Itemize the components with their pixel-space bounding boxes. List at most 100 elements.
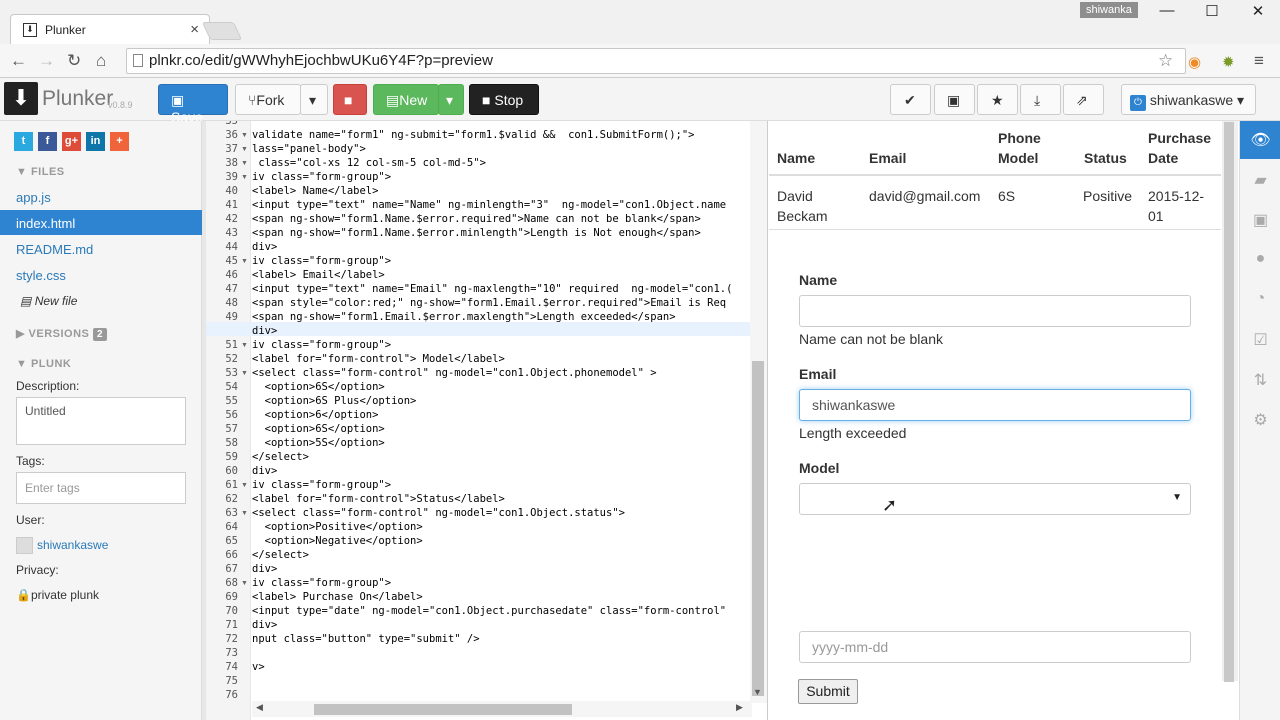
plunker-favicon-icon: ⬇	[23, 23, 37, 37]
fold-arrow-icon[interactable]: ▼	[241, 580, 248, 587]
tab-close-icon[interactable]: ×	[190, 21, 199, 38]
code-line: <input type="text" name="Email" ng-maxle…	[252, 283, 733, 295]
share-0-icon[interactable]: t	[14, 132, 33, 151]
description-textarea[interactable]: Untitled	[16, 397, 186, 445]
caret-down-icon: ▾	[446, 92, 454, 108]
plunk-header[interactable]: ▼ PLUNK	[16, 358, 71, 370]
editor-horizontal-scroll-thumb[interactable]	[314, 704, 572, 715]
new-button[interactable]: ▤New	[373, 84, 439, 115]
code-line: div>	[252, 325, 278, 337]
fold-arrow-icon[interactable]: ▼	[241, 342, 248, 349]
file-index-html[interactable]: index.html	[16, 216, 75, 231]
user-link[interactable]: shiwankaswe	[37, 538, 108, 552]
download-button[interactable]: ⤓	[1020, 84, 1061, 115]
model-select[interactable]: ▼	[799, 483, 1191, 515]
file-readme-md[interactable]: README.md	[16, 242, 93, 257]
name-input[interactable]	[799, 295, 1191, 327]
rss-icon[interactable]: ◉	[1188, 53, 1201, 71]
fold-arrow-icon[interactable]: ▼	[241, 146, 248, 153]
new-dropdown-button[interactable]: ▾	[438, 84, 464, 115]
code-line: <span ng-show="form1.Name.$error.minleng…	[252, 227, 701, 239]
fold-arrow-icon[interactable]: ▼	[241, 160, 248, 167]
settings-cog-icon[interactable]: ⚙	[1240, 410, 1280, 430]
line-number: 74	[225, 661, 238, 673]
fold-arrow-icon[interactable]: ▼	[241, 510, 248, 517]
versions-header[interactable]: ▶ VERSIONS 2	[16, 327, 107, 341]
version-text: v0.8.9	[108, 100, 133, 110]
fold-arrow-icon[interactable]: ▼	[241, 132, 248, 139]
line-number: 72	[225, 633, 238, 645]
user-menu-button[interactable]: ⏻ shiwankaswe ▾	[1121, 84, 1256, 115]
line-number: 64	[225, 521, 238, 533]
save-icon: ▣	[171, 92, 185, 108]
line-number: 48	[225, 297, 238, 309]
code-line: div>	[252, 241, 278, 253]
briefcase-icon[interactable]: ▣	[1240, 210, 1280, 230]
share-3-icon[interactable]: in	[86, 132, 105, 151]
line-number: 73	[225, 647, 238, 659]
files-header[interactable]: ▼ FILES	[16, 166, 65, 178]
model-label: Model	[799, 460, 840, 476]
fold-arrow-icon[interactable]: ▼	[241, 482, 248, 489]
fork-button[interactable]: ⑂Fork	[235, 84, 301, 115]
check-button[interactable]: ✔	[890, 84, 931, 115]
star-button[interactable]: ★	[977, 84, 1018, 115]
extension-gear-icon[interactable]: ✹	[1222, 53, 1235, 71]
delete-button[interactable]: ■	[333, 84, 367, 115]
url-text: plnkr.co/edit/gWWhyhEjochbwUKu6Y4F?p=pre…	[149, 52, 493, 69]
plunker-toolbar: ⬇ Plunker v0.8.9 ▣ Save ⑂Fork ▾ ■ ▤New ▾…	[0, 78, 1280, 125]
tags-input[interactable]: Enter tags	[16, 472, 186, 504]
file-app-js[interactable]: app.js	[16, 190, 51, 205]
submit-button[interactable]: Submit	[798, 679, 858, 704]
minimize-button[interactable]: —	[1152, 2, 1182, 19]
scroll-down-icon[interactable]: ▼	[753, 687, 762, 697]
chrome-user-badge[interactable]: shiwanka	[1080, 2, 1138, 18]
close-window-button[interactable]: ✕	[1243, 2, 1273, 20]
email-input[interactable]: shiwankaswe	[799, 389, 1191, 421]
avatar	[16, 537, 33, 554]
fold-arrow-icon[interactable]: ▼	[241, 370, 248, 377]
plunker-logo-icon[interactable]: ⬇	[4, 82, 38, 115]
home-icon[interactable]: ⌂	[96, 51, 106, 71]
save-button[interactable]: ▣ Save	[158, 84, 228, 125]
reload-icon[interactable]: ↻	[67, 51, 81, 71]
share-2-icon[interactable]: g+	[62, 132, 81, 151]
comment-icon[interactable]: ●	[1240, 250, 1280, 268]
share-1-icon[interactable]: f	[38, 132, 57, 151]
code-editor[interactable]: 3536▼37▼38▼39▼404142434445▼464748495051▼…	[206, 121, 768, 720]
back-icon[interactable]: ←	[10, 51, 27, 71]
book-icon[interactable]: ▰	[1240, 170, 1280, 190]
chrome-menu-icon[interactable]: ≡	[1254, 51, 1264, 71]
preview-scroll-thumb[interactable]	[1224, 122, 1234, 682]
code-line: div>	[252, 619, 278, 631]
briefcase-button[interactable]: ▣	[934, 84, 975, 115]
purchase-date-input[interactable]: yyyy-mm-dd	[799, 631, 1191, 663]
scroll-right-icon[interactable]: ▶	[736, 702, 743, 713]
code-line: <span ng-show="form1.Email.$error.maxlen…	[252, 311, 676, 323]
sidebar: t f g+ in + ▼ FILES app.js index.html README…	[0, 121, 202, 720]
file-style-css[interactable]: style.css	[16, 268, 66, 283]
fork-dropdown-button[interactable]: ▾	[300, 84, 328, 115]
stop-button[interactable]: ■ Stop	[469, 84, 539, 115]
briefcase-icon: ▣	[947, 92, 961, 108]
dashboard-icon[interactable]: ◔	[1240, 290, 1280, 308]
forward-icon[interactable]: →	[38, 51, 55, 71]
code-line: iv class="form-group">	[252, 577, 392, 589]
maximize-button[interactable]: ☐	[1197, 2, 1227, 20]
fold-arrow-icon[interactable]: ▼	[241, 174, 248, 181]
browser-tab[interactable]: ⬇ Plunker ×	[10, 14, 210, 46]
versions-count-badge: 2	[92, 328, 107, 341]
url-input[interactable]: plnkr.co/edit/gWWhyhEjochbwUKu6Y4F?p=pre…	[126, 48, 1186, 74]
bookmark-star-icon[interactable]: ☆	[1158, 51, 1173, 71]
scroll-left-icon[interactable]: ◀	[256, 702, 263, 713]
fold-arrow-icon[interactable]: ▼	[241, 258, 248, 265]
sync-icon[interactable]: ⇅	[1240, 370, 1280, 390]
checkbox-icon[interactable]: ☑	[1240, 330, 1280, 350]
external-link-button[interactable]: ⇗	[1063, 84, 1104, 115]
code-line: <option>5S</option>	[252, 437, 385, 449]
eye-icon[interactable]: 👁	[1240, 130, 1280, 150]
code-line: <option>6S</option>	[252, 423, 385, 435]
share-4-icon[interactable]: +	[110, 132, 129, 151]
editor-vertical-scroll-thumb[interactable]	[752, 361, 764, 696]
new-file-link[interactable]: ▤ New file	[20, 294, 77, 308]
